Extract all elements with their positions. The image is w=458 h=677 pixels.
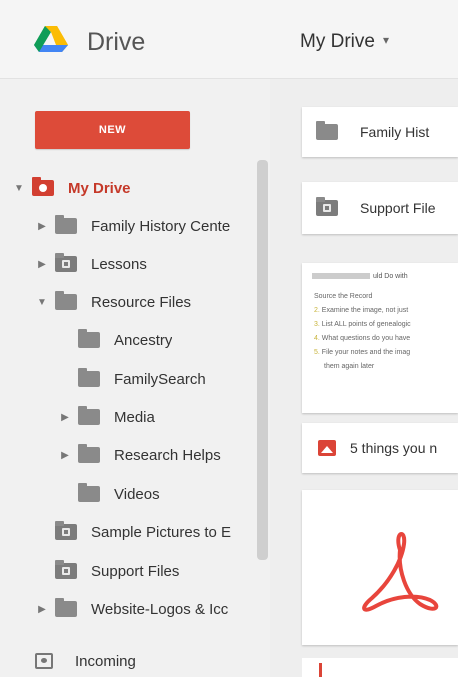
- folder-icon: [78, 329, 100, 348]
- tree-item-label: Ancestry: [114, 331, 173, 349]
- doc-line-text: Examine the image, not just: [321, 307, 409, 314]
- tree-item-label: Sample Pictures to E: [91, 523, 232, 541]
- folder-icon: [78, 368, 100, 387]
- tree-item-website-logos[interactable]: ▶ Website-Logos & Icc: [35, 594, 250, 624]
- expand-arrow-icon[interactable]: ▶: [35, 604, 49, 615]
- tree-item-family-history-center[interactable]: ▶ Family History Cente: [35, 211, 250, 241]
- tree-item-resource-files[interactable]: ▼ Resource Files: [35, 287, 191, 317]
- collapse-arrow-icon[interactable]: ▼: [35, 297, 49, 308]
- tree-item-label: Incoming: [75, 652, 136, 670]
- document-thumbnail[interactable]: uld Do with Source the Record 2. Examine…: [302, 263, 458, 413]
- tree-item-support-files[interactable]: Support Files: [35, 556, 179, 586]
- doc-heading: uld Do with: [373, 273, 408, 280]
- image-file-name: 5 things you n: [350, 440, 438, 456]
- card-label: Support File: [360, 200, 436, 216]
- shared-folder-icon: [316, 197, 338, 216]
- pdf-thumbnail[interactable]: [302, 490, 458, 645]
- location-title: My Drive: [300, 31, 375, 52]
- incoming-icon: [35, 653, 53, 669]
- tree-item-label: Media: [114, 408, 155, 426]
- doc-line-text: File your notes and the imag: [321, 349, 411, 356]
- tree-item-label: My Drive: [68, 179, 131, 197]
- tree-item-familysearch[interactable]: FamilySearch: [58, 364, 206, 394]
- caret-down-icon: ▾: [382, 33, 389, 47]
- doc-line-number: 5.: [314, 349, 320, 356]
- tree-item-media[interactable]: ▶ Media: [58, 402, 155, 432]
- doc-line-text: them again later: [324, 363, 375, 370]
- tree-item-ancestry[interactable]: Ancestry: [58, 325, 172, 355]
- tree-item-label: Family History Cente: [91, 217, 231, 235]
- doc-line-number: 2.: [314, 307, 320, 314]
- folder-icon: [78, 483, 100, 502]
- doc-title-highlight: [312, 273, 370, 280]
- expand-arrow-icon[interactable]: ▶: [58, 412, 72, 423]
- doc-line-number: 3.: [314, 321, 320, 328]
- google-drive-logo-icon[interactable]: [34, 26, 68, 52]
- folder-icon: [55, 598, 77, 617]
- expand-arrow-icon[interactable]: ▶: [35, 221, 49, 232]
- tree-item-my-drive[interactable]: ▼ My Drive: [12, 173, 131, 203]
- shared-folder-icon: [55, 253, 77, 272]
- new-button[interactable]: NEW: [35, 111, 190, 149]
- shared-folder-icon: [55, 560, 77, 579]
- folder-card-family-history[interactable]: Family Hist: [302, 107, 458, 157]
- location-dropdown[interactable]: My Drive ▾: [300, 31, 389, 53]
- tree-item-label: Lessons: [91, 255, 147, 273]
- folder-icon: [316, 121, 338, 140]
- tree-item-label: Research Helps: [114, 446, 221, 464]
- app-name: Drive: [87, 28, 146, 56]
- tree-item-label: Resource Files: [91, 293, 192, 311]
- tree-item-label: FamilySearch: [114, 370, 206, 388]
- pdf-caption-strip: [302, 658, 458, 677]
- doc-line-text: What questions do you have: [321, 335, 411, 342]
- top-bar: Drive My Drive ▾: [0, 0, 458, 79]
- folder-icon: [78, 406, 100, 425]
- doc-line-number: 4.: [314, 335, 320, 342]
- doc-line-text: Source the Record: [314, 293, 373, 300]
- image-file-icon: [318, 440, 336, 456]
- shared-folder-icon: [55, 521, 77, 540]
- pdf-icon: [362, 532, 439, 612]
- tree-item-label: Support Files: [91, 562, 180, 580]
- folder-icon: [55, 291, 77, 310]
- pdf-file-icon: [319, 663, 322, 677]
- doc-line-text: List ALL points of genealogic: [321, 321, 411, 328]
- collapse-arrow-icon[interactable]: ▼: [12, 183, 26, 194]
- tree-item-videos[interactable]: Videos: [58, 479, 160, 509]
- image-file-caption[interactable]: 5 things you n: [302, 423, 458, 473]
- tree-item-label: Videos: [114, 485, 160, 503]
- tree-item-lessons[interactable]: ▶ Lessons: [35, 249, 147, 279]
- expand-arrow-icon[interactable]: ▶: [58, 450, 72, 461]
- tree-item-research-helps[interactable]: ▶ Research Helps: [58, 440, 221, 470]
- tree-item-incoming[interactable]: Incoming: [35, 646, 136, 676]
- tree-item-sample-pictures[interactable]: Sample Pictures to E: [35, 517, 250, 547]
- sidebar-scrollbar[interactable]: [257, 160, 268, 560]
- folder-icon: [55, 215, 77, 234]
- card-label: Family Hist: [360, 124, 430, 140]
- tree-item-label: Website-Logos & Icc: [91, 600, 229, 618]
- my-drive-icon: [32, 177, 54, 196]
- folder-icon: [78, 444, 100, 463]
- expand-arrow-icon[interactable]: ▶: [35, 259, 49, 270]
- folder-card-support-files[interactable]: Support File: [302, 182, 458, 234]
